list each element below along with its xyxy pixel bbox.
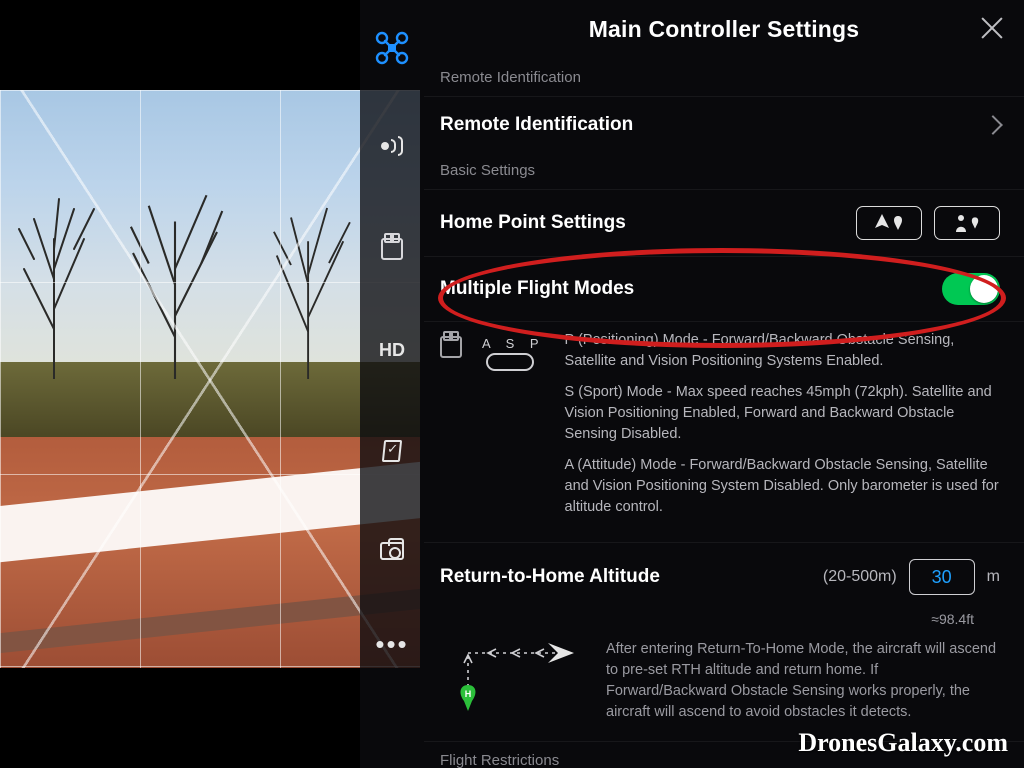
mode-p-description: P (Positioning) Mode - Forward/Backward …	[565, 330, 1000, 372]
home-point-aircraft-button[interactable]	[856, 206, 922, 240]
mode-switch-icon: A S P	[476, 336, 545, 371]
remote-controller-icon	[440, 336, 462, 358]
flight-modes-description: A S P P (Positioning) Mode - Forward/Bac…	[424, 321, 1024, 542]
watermark: DronesGalaxy.com	[798, 728, 1008, 758]
remote-controller-icon[interactable]	[360, 238, 424, 260]
rth-approx: ≈98.4ft	[424, 611, 1024, 635]
rth-diagram-icon: H	[440, 639, 580, 715]
row-multiple-flight-modes: Multiple Flight Modes	[424, 256, 1024, 321]
checklist-icon[interactable]	[360, 440, 424, 462]
svg-text:H: H	[465, 689, 472, 699]
page-title: Main Controller Settings	[589, 16, 860, 43]
titlebar: Main Controller Settings	[424, 0, 1024, 59]
settings-panel: HD ••• Main Controller Settings Remote I…	[360, 0, 1024, 768]
chevron-right-icon	[983, 115, 1003, 135]
section-remote-id: Remote Identification	[424, 59, 1024, 96]
row-label: Return-to-Home Altitude	[440, 566, 823, 588]
drone-icon[interactable]	[360, 30, 424, 71]
camera-feed	[0, 90, 420, 668]
hd-icon[interactable]: HD	[360, 340, 424, 361]
rth-description-text: After entering Return-To-Home Mode, the …	[606, 639, 1000, 723]
close-icon[interactable]	[978, 14, 1006, 42]
rth-altitude-input[interactable]: 30	[909, 559, 975, 595]
rth-range: (20-500m)	[823, 568, 897, 586]
section-basic-settings: Basic Settings	[424, 152, 1024, 189]
mode-s-description: S (Sport) Mode - Max speed reaches 45mph…	[565, 382, 1000, 445]
camera-icon[interactable]	[360, 542, 424, 560]
row-label: Remote Identification	[440, 114, 986, 136]
row-label: Multiple Flight Modes	[440, 278, 942, 300]
rth-description: H After entering Return-To-Home Mode, th…	[424, 635, 1024, 741]
multiple-flight-modes-toggle[interactable]	[942, 273, 1000, 305]
rth-unit: m	[987, 568, 1000, 586]
settings-list[interactable]: Remote Identification Remote Identificat…	[424, 59, 1024, 768]
row-remote-identification[interactable]: Remote Identification	[424, 96, 1024, 152]
remote-id-icon[interactable]	[360, 136, 424, 156]
settings-rail: HD •••	[360, 0, 424, 768]
row-home-point-settings: Home Point Settings	[424, 189, 1024, 256]
app-root: HD ••• Main Controller Settings Remote I…	[0, 0, 1024, 768]
mode-a-description: A (Attitude) Mode - Forward/Backward Obs…	[565, 455, 1000, 518]
row-label: Home Point Settings	[440, 212, 856, 234]
row-rth-altitude: Return-to-Home Altitude (20-500m) 30 m	[424, 542, 1024, 611]
home-point-user-button[interactable]	[934, 206, 1000, 240]
